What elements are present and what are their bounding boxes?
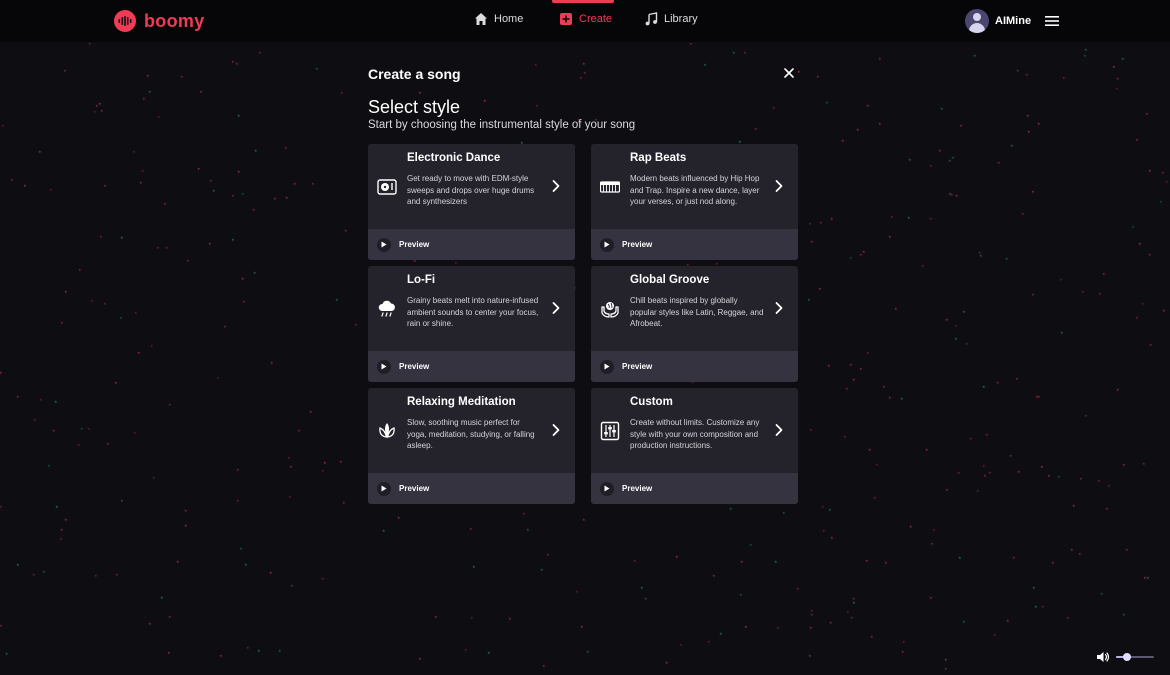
card-description: Modern beats influenced by Hip Hop and T… (630, 174, 760, 207)
globe-hands-icon (601, 302, 619, 318)
select-style-subheading: Start by choosing the instrumental style… (368, 119, 636, 131)
preview-button[interactable]: Preview (591, 473, 798, 504)
card-title: Lo-Fi (407, 274, 436, 286)
chevron-right-icon[interactable] (773, 301, 785, 315)
preview-label: Preview (399, 362, 430, 371)
style-card-global-groove[interactable]: Global Groove Chill beats inspired by gl… (591, 266, 798, 382)
username: AIMine (995, 15, 1032, 27)
logo-text: boomy (144, 10, 205, 31)
volume-control[interactable] (1096, 651, 1154, 663)
play-icon (377, 359, 391, 374)
chevron-right-icon[interactable] (773, 423, 785, 437)
style-card-rap-beats[interactable]: Rap Beats Modern beats influenced by Hip… (591, 144, 798, 260)
play-icon (377, 481, 391, 496)
play-icon (600, 481, 614, 496)
card-title: Electronic Dance (407, 152, 501, 164)
card-description: Create without limits. Customize any sty… (630, 418, 760, 451)
card-title: Global Groove (630, 274, 710, 286)
chevron-right-icon[interactable] (773, 179, 785, 193)
preview-label: Preview (399, 484, 430, 493)
preview-button[interactable]: Preview (591, 351, 798, 382)
card-description: Get ready to move with EDM-style sweeps … (407, 174, 535, 207)
keyboard-icon (600, 181, 620, 193)
chevron-right-icon[interactable] (550, 301, 562, 315)
preview-label: Preview (622, 240, 653, 249)
close-icon[interactable] (782, 66, 796, 80)
play-icon (600, 237, 614, 252)
boomy-logo-icon (114, 10, 136, 32)
preview-label: Preview (622, 362, 653, 371)
rain-cloud-icon (378, 300, 395, 317)
style-card-relaxing-meditation[interactable]: Relaxing Meditation Slow, soothing music… (368, 388, 575, 504)
card-description: Grainy beats melt into nature-infused am… (407, 296, 539, 329)
sliders-icon (600, 421, 620, 441)
card-title: Custom (630, 396, 673, 408)
preview-label: Preview (622, 484, 653, 493)
play-icon (600, 359, 614, 374)
preview-button[interactable]: Preview (591, 229, 798, 260)
volume-slider[interactable] (1116, 653, 1154, 661)
card-description: Chill beats inspired by globally popular… (630, 296, 764, 329)
nav-library[interactable]: Library (644, 12, 698, 26)
preview-button[interactable]: Preview (368, 351, 575, 382)
preview-button[interactable]: Preview (368, 229, 575, 260)
nav-create-label: Create (579, 13, 613, 25)
lotus-icon (379, 423, 395, 438)
nav-home[interactable]: Home (474, 12, 523, 26)
preview-button[interactable]: Preview (368, 473, 575, 504)
nav-library-label: Library (664, 13, 698, 25)
chevron-right-icon[interactable] (550, 179, 562, 193)
card-title: Relaxing Meditation (407, 396, 516, 408)
user-menu[interactable]: AIMine (965, 9, 1060, 33)
style-card-electronic-dance[interactable]: Electronic Dance Get ready to move with … (368, 144, 575, 260)
boomy-logo[interactable]: boomy (114, 10, 205, 32)
chevron-right-icon[interactable] (550, 423, 562, 437)
user-avatar-icon[interactable] (965, 9, 989, 33)
active-tab-indicator (552, 0, 614, 3)
turntable-icon (377, 179, 397, 195)
volume-slider-knob[interactable] (1123, 653, 1132, 661)
card-title: Rap Beats (630, 152, 687, 164)
style-card-custom[interactable]: Custom Create without limits. Customize … (591, 388, 798, 504)
plus-square-icon (560, 13, 572, 25)
preview-label: Preview (399, 240, 430, 249)
play-icon (377, 237, 391, 252)
hamburger-menu-icon[interactable] (1045, 15, 1060, 27)
top-navigation-bar: boomy Home Create Library AIMine (0, 0, 1170, 42)
style-card-lo-fi[interactable]: Lo-Fi Grainy beats melt into nature-infu… (368, 266, 575, 382)
home-icon (475, 13, 487, 25)
select-style-heading: Select style (368, 97, 461, 117)
music-note-icon (645, 12, 658, 26)
starfield-background (0, 42, 1170, 675)
volume-icon[interactable] (1096, 651, 1110, 663)
nav-create[interactable]: Create (559, 12, 612, 26)
nav-home-label: Home (494, 13, 524, 25)
panel-title: Create a song (368, 66, 461, 82)
card-description: Slow, soothing music perfect for yoga, m… (407, 418, 535, 451)
